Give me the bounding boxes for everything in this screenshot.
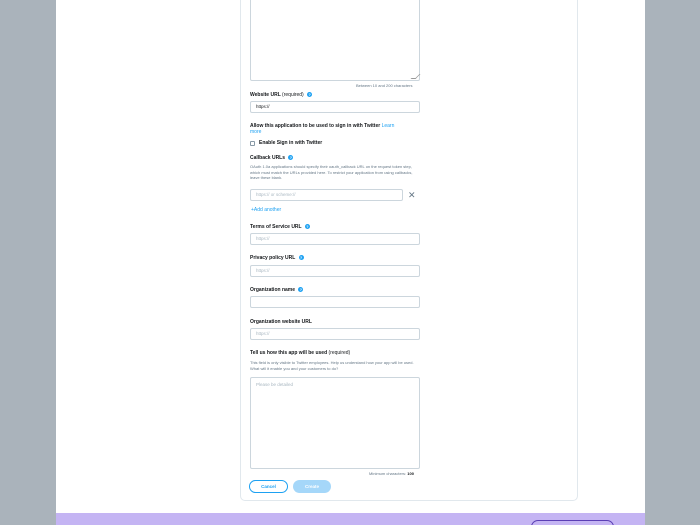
add-another-link[interactable]: +Add another: [251, 207, 281, 213]
help-icon[interactable]: ?: [304, 224, 310, 230]
callback-url-input[interactable]: https:// or scheme://: [250, 189, 403, 201]
usage-label: Tell us how this app will be used (requi…: [250, 350, 351, 356]
help-icon[interactable]: ?: [307, 92, 313, 98]
create-button[interactable]: Create: [293, 480, 331, 493]
enable-signin-label: Enable Sign in with Twitter: [259, 140, 323, 146]
help-icon[interactable]: ?: [288, 155, 294, 161]
org-website-label: Organization website URL: [250, 319, 312, 325]
help-icon[interactable]: ?: [298, 255, 304, 261]
privacy-url-label: Privacy policy URL ?: [250, 255, 304, 261]
help-icon[interactable]: ?: [298, 287, 304, 293]
close-icon[interactable]: ✕: [408, 191, 416, 200]
min-characters: Minimum characters: 100: [369, 471, 414, 476]
terms-url-input[interactable]: https://: [250, 233, 420, 245]
description-textarea[interactable]: [250, 0, 421, 81]
description-char-hint: Between 10 and 200 characters: [356, 83, 413, 88]
terms-url-label: Terms of Service URL ?: [250, 224, 310, 230]
app-details-form: Between 10 and 200 characters Website UR…: [240, 0, 578, 501]
resize-handle-icon[interactable]: [410, 74, 421, 79]
callback-description: OAuth 1.0a applications should specify t…: [250, 164, 413, 180]
signin-label: Allow this application to be used to sig…: [250, 123, 395, 135]
cancel-button[interactable]: Cancel: [249, 480, 288, 493]
org-website-input[interactable]: https://: [250, 328, 420, 340]
org-name-input[interactable]: [250, 296, 420, 308]
enable-signin-row[interactable]: Enable Sign in with Twitter: [250, 140, 322, 146]
usage-textarea[interactable]: Please be detailed: [250, 377, 420, 469]
privacy-url-input[interactable]: https://: [250, 265, 420, 277]
callback-urls-label: Callback URLs ?: [250, 155, 294, 161]
footer-pill-button[interactable]: [531, 520, 614, 525]
website-url-input[interactable]: https://: [250, 101, 420, 113]
enable-signin-checkbox[interactable]: [250, 140, 255, 146]
usage-description: This field is only visible to Twitter em…: [250, 360, 414, 371]
website-url-label: Website URL (required) ?: [250, 92, 313, 98]
org-name-label: Organization name ?: [250, 287, 304, 293]
